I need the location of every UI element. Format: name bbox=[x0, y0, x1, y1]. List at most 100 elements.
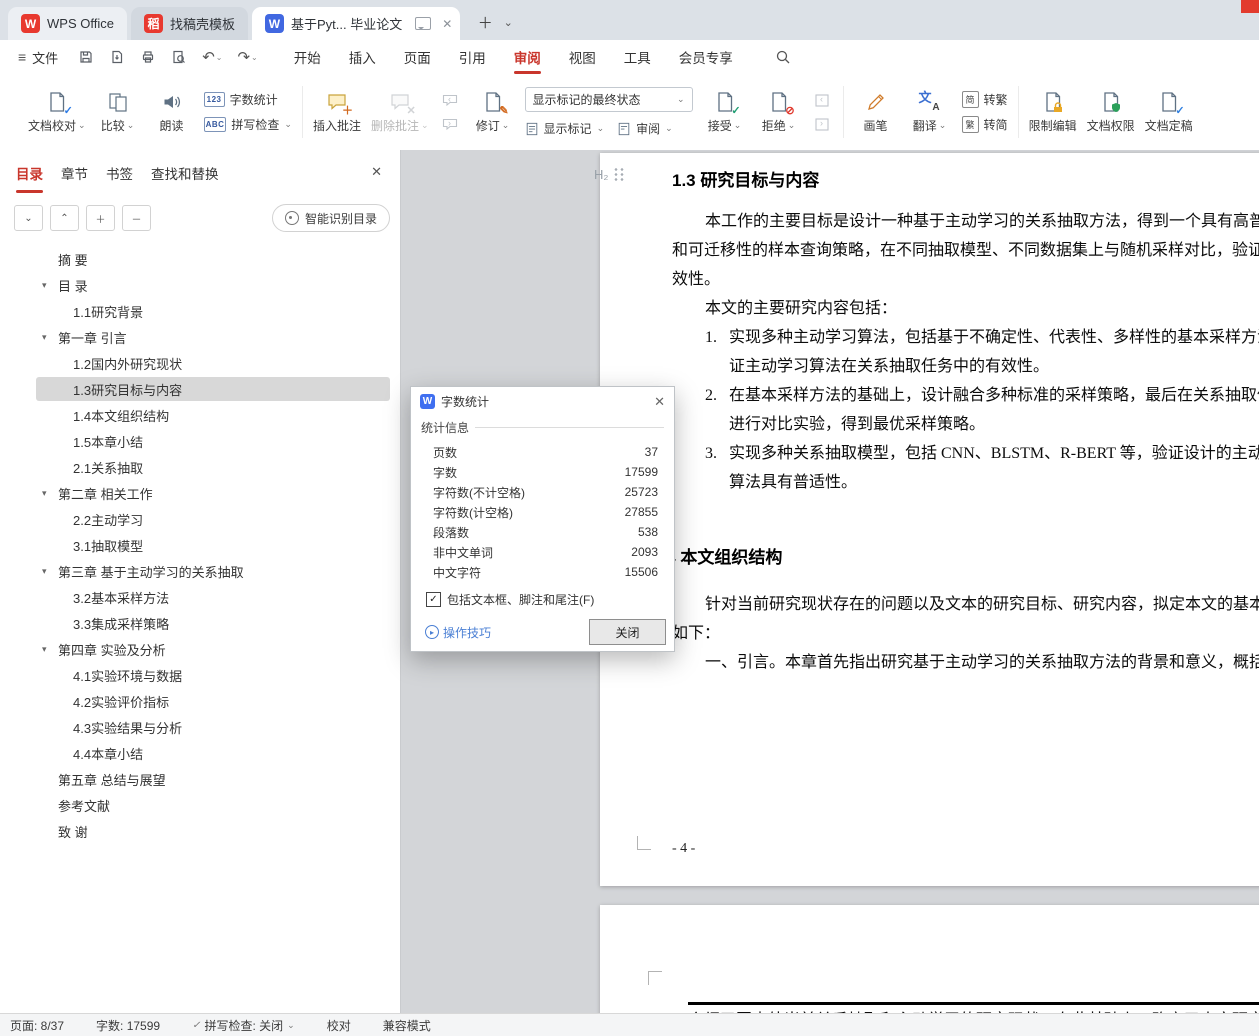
toc-tree-item[interactable]: ▾ 第一章 引言 bbox=[0, 324, 400, 350]
tree-expand-arrow[interactable]: ▾ bbox=[42, 281, 58, 290]
toc-tree-item[interactable]: 3.1抽取模型 bbox=[0, 532, 400, 558]
tab-current-document[interactable]: W 基于Pyt... 毕业论文 ✕ bbox=[252, 7, 460, 40]
menu-tab[interactable]: 视图 bbox=[557, 40, 608, 74]
tree-expand-arrow[interactable]: ▾ bbox=[42, 489, 58, 498]
drag-handle-icon[interactable] bbox=[613, 167, 625, 182]
toc-tree-item[interactable]: 2.2主动学习 bbox=[0, 506, 400, 532]
reject-change-button[interactable]: ⊘ 拒绝⌄ bbox=[757, 91, 801, 134]
toc-tree-item[interactable]: 1.3研究目标与内容 bbox=[0, 376, 400, 402]
toc-tree-item[interactable]: ▾ 第三章 基于主动学习的关系抽取 bbox=[0, 558, 400, 584]
toc-tree-item[interactable]: 3.3集成采样策略 bbox=[0, 610, 400, 636]
toc-tree-item[interactable]: 摘 要 bbox=[0, 246, 400, 272]
status-spellcheck[interactable]: ✓ 拼写检查: 关闭 ⌄ bbox=[192, 1017, 295, 1034]
sidebar-tab[interactable]: 查找和替换 bbox=[151, 163, 219, 183]
close-button[interactable]: 关闭 bbox=[589, 619, 666, 645]
search-button[interactable] bbox=[775, 49, 791, 65]
dialog-close-icon[interactable]: ✕ bbox=[654, 395, 665, 408]
tab-docer-template[interactable]: 稻 找稿壳模板 bbox=[131, 7, 248, 40]
toc-tree-item[interactable]: 3.2基本采样方法 bbox=[0, 584, 400, 610]
sidebar-tab[interactable]: 目录 bbox=[16, 163, 43, 183]
zoom-in-outline-button[interactable]: ＋ bbox=[86, 205, 115, 231]
toc-tree-item[interactable]: ▾ 目 录 bbox=[0, 272, 400, 298]
toc-tree-item[interactable]: 4.3实验结果与分析 bbox=[0, 714, 400, 740]
save-button[interactable] bbox=[78, 49, 94, 65]
zoom-out-outline-button[interactable]: － bbox=[122, 205, 151, 231]
previous-comment-button[interactable]: ‹ bbox=[439, 92, 461, 109]
status-proofing[interactable]: 校对 bbox=[327, 1017, 351, 1034]
toc-tree-item[interactable]: 致 谢 bbox=[0, 818, 400, 844]
tree-expand-arrow[interactable]: ▾ bbox=[42, 645, 58, 654]
heading-level-marker[interactable]: H₂ bbox=[594, 167, 625, 182]
stat-value: 37 bbox=[645, 445, 658, 459]
simplified-to-traditional-button[interactable]: 简 转繁 bbox=[962, 91, 1008, 108]
toc-tree-item[interactable]: 1.4本文组织结构 bbox=[0, 402, 400, 428]
word-count-button[interactable]: 123 字数统计 bbox=[204, 91, 292, 108]
tab-list-dropdown-icon[interactable]: ⌄ bbox=[498, 10, 518, 34]
ink-brush-button[interactable]: 画笔 bbox=[854, 91, 898, 134]
menu-tab[interactable]: 引用 bbox=[447, 40, 498, 74]
dialog-titlebar[interactable]: W 字数统计 ✕ bbox=[411, 387, 674, 415]
restrict-editing-button[interactable]: 限制编辑 bbox=[1029, 91, 1077, 134]
toc-tree-item[interactable]: 1.2国内外研究现状 bbox=[0, 350, 400, 376]
dropdown-caret: ⌄ bbox=[665, 124, 673, 133]
menu-tab[interactable]: 工具 bbox=[612, 40, 663, 74]
print-button[interactable] bbox=[140, 49, 156, 65]
show-markup-button[interactable]: 显示标记 ⌄ bbox=[525, 120, 605, 137]
read-aloud-button[interactable]: 朗读 bbox=[150, 91, 194, 134]
toc-tree-item[interactable]: 4.4本章小结 bbox=[0, 740, 400, 766]
status-compat-mode[interactable]: 兼容模式 bbox=[383, 1017, 431, 1034]
expand-all-button[interactable]: ⌃ bbox=[50, 205, 79, 231]
tree-expand-arrow[interactable]: ▾ bbox=[42, 567, 58, 576]
compare-button[interactable]: 比较⌄ bbox=[96, 91, 140, 134]
finalize-document-button[interactable]: ✓ 文档定稿 bbox=[1145, 91, 1193, 134]
undo-button[interactable]: ↶ ⌄ bbox=[202, 50, 222, 65]
next-change-button[interactable]: › bbox=[811, 116, 833, 133]
track-changes-button[interactable]: ✎ 修订⌄ bbox=[471, 91, 515, 134]
include-footnotes-checkbox[interactable]: ✓ 包括文本框、脚注和尾注(F) bbox=[426, 591, 674, 608]
tab-wps-home[interactable]: W WPS Office bbox=[8, 7, 127, 40]
print-preview-button[interactable] bbox=[171, 49, 187, 65]
review-pane-button[interactable]: 审阅 ⌄ bbox=[617, 120, 673, 137]
status-word-count[interactable]: 字数: 17599 bbox=[96, 1017, 160, 1034]
toc-tree-item[interactable]: 第五章 总结与展望 bbox=[0, 766, 400, 792]
document-permission-button[interactable]: 文档权限 bbox=[1087, 91, 1135, 134]
tips-link[interactable]: ▸ 操作技巧 bbox=[425, 624, 491, 641]
document-page-4[interactable]: H₂ 1.3 研究目标与内容 本工作的主要目标是设计一种基于主动学习的关系抽取方… bbox=[600, 153, 1259, 886]
markup-state-combobox[interactable]: 显示标记的最终状态 ⌄ bbox=[525, 87, 693, 112]
spell-check-button[interactable]: ABC 拼写检查 ⌄ bbox=[204, 116, 292, 133]
menu-tab[interactable]: 会员专享 bbox=[667, 40, 745, 74]
toc-tree-item[interactable]: ▾ 第二章 相关工作 bbox=[0, 480, 400, 506]
previous-change-button[interactable]: ‹ bbox=[811, 92, 833, 109]
sidebar-close-icon[interactable]: ✕ bbox=[371, 165, 382, 178]
accept-change-button[interactable]: ✓ 接受⌄ bbox=[703, 91, 747, 134]
next-comment-button[interactable]: › bbox=[439, 116, 461, 133]
tab-close-icon[interactable]: ✕ bbox=[442, 18, 452, 30]
menu-tab[interactable]: 开始 bbox=[282, 40, 333, 74]
sidebar-tab[interactable]: 章节 bbox=[61, 163, 88, 183]
toc-tree-item[interactable]: 4.1实验环境与数据 bbox=[0, 662, 400, 688]
traditional-to-simplified-button[interactable]: 繁 转简 bbox=[962, 116, 1008, 133]
toc-tree-item[interactable]: 4.2实验评价指标 bbox=[0, 688, 400, 714]
toc-tree-item[interactable]: ▾ 第四章 实验及分析 bbox=[0, 636, 400, 662]
tree-expand-arrow[interactable]: ▾ bbox=[42, 333, 58, 342]
file-menu-button[interactable]: ≡ 文件 bbox=[12, 44, 64, 71]
document-page-5[interactable]: 介绍了国内外当前关系抽取和主动学习的研究现状，在此基础上，确定了本文研究 bbox=[600, 905, 1259, 1014]
toc-tree-item[interactable]: 2.1关系抽取 bbox=[0, 454, 400, 480]
new-tab-button[interactable]: ＋ bbox=[472, 10, 498, 34]
sidebar-tab[interactable]: 书签 bbox=[106, 163, 133, 183]
toc-tree-item[interactable]: 参考文献 bbox=[0, 792, 400, 818]
status-page-indicator[interactable]: 页面: 8/37 bbox=[10, 1017, 64, 1034]
translate-button[interactable]: 文 A 翻译⌄ bbox=[908, 91, 952, 134]
redo-button[interactable]: ↷ ⌄ bbox=[237, 50, 257, 65]
smart-toc-button[interactable]: 智能识别目录 bbox=[272, 204, 390, 232]
toc-tree-item[interactable]: 1.1研究背景 bbox=[0, 298, 400, 324]
export-pdf-button[interactable] bbox=[109, 49, 125, 65]
doc-proof-button[interactable]: ✓ 文档校对⌄ bbox=[28, 91, 86, 134]
toc-tree-item[interactable]: 1.5本章小结 bbox=[0, 428, 400, 454]
menu-tab[interactable]: 审阅 bbox=[502, 40, 553, 74]
insert-comment-button[interactable]: ＋ 插入批注 bbox=[313, 91, 361, 134]
menu-tab[interactable]: 插入 bbox=[337, 40, 388, 74]
delete-comment-button[interactable]: ✕ 删除批注⌄ bbox=[371, 91, 429, 134]
menu-tab[interactable]: 页面 bbox=[392, 40, 443, 74]
collapse-all-button[interactable]: ⌄ bbox=[14, 205, 43, 231]
